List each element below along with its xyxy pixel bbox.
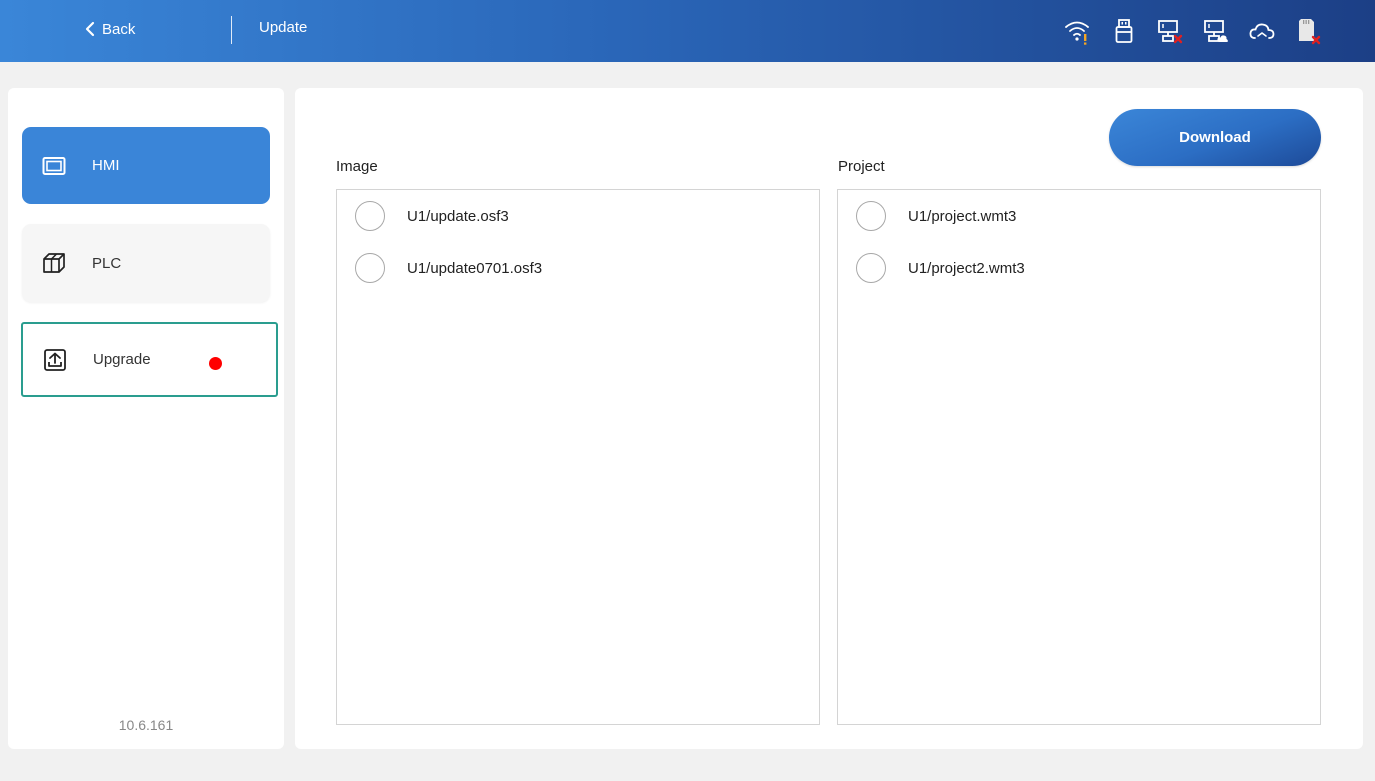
- upload-icon: [43, 348, 67, 372]
- usb-drive-icon: [1101, 17, 1147, 45]
- file-name: U1/update0701.osf3: [407, 259, 543, 277]
- chevron-left-icon: [84, 21, 96, 37]
- project-section-label: Project: [838, 158, 885, 175]
- version-label: 10.6.161: [118, 717, 174, 733]
- header-divider: [231, 16, 232, 44]
- network-disconnected-icon: [1147, 17, 1193, 45]
- notification-badge: [209, 357, 222, 370]
- radio-button[interactable]: [355, 201, 385, 231]
- wifi-warning-icon: [1055, 17, 1101, 45]
- sidebar-item-label: PLC: [92, 254, 122, 272]
- monitor-icon: [42, 154, 66, 178]
- list-item[interactable]: U1/update.osf3: [355, 199, 509, 233]
- sidebar-item-hmi[interactable]: HMI: [22, 127, 270, 204]
- status-icons: [1055, 17, 1331, 45]
- sidebar-item-label: HMI: [92, 157, 120, 174]
- list-item[interactable]: U1/project.wmt3: [856, 199, 1016, 233]
- radio-button[interactable]: [856, 201, 886, 231]
- top-bar: Back Update: [0, 0, 1375, 62]
- back-button[interactable]: Back: [84, 18, 135, 40]
- cube-icon: [42, 251, 66, 275]
- sidebar-item-label: Upgrade: [93, 351, 151, 368]
- list-item[interactable]: U1/project2.wmt3: [856, 251, 1025, 285]
- page-title: Update: [259, 19, 308, 36]
- image-section-label: Image: [336, 158, 378, 175]
- sidebar: HMI PLC Upgrade 10.6.161: [8, 88, 284, 749]
- sidebar-item-upgrade[interactable]: Upgrade: [21, 322, 278, 397]
- main-panel: Download Image U1/update.osf3 U1/update0…: [295, 88, 1363, 749]
- back-label: Back: [102, 20, 136, 38]
- image-file-list: U1/update.osf3 U1/update0701.osf3: [336, 189, 820, 725]
- file-name: U1/update.osf3: [407, 207, 509, 225]
- sd-card-error-icon: [1285, 17, 1331, 45]
- list-item[interactable]: U1/update0701.osf3: [355, 251, 542, 285]
- radio-button[interactable]: [355, 253, 385, 283]
- network-cloud-icon: [1193, 17, 1239, 45]
- cloud-icon: [1239, 17, 1285, 45]
- project-file-list: U1/project.wmt3 U1/project2.wmt3: [837, 189, 1321, 725]
- radio-button[interactable]: [856, 253, 886, 283]
- file-name: U1/project.wmt3: [908, 207, 1017, 225]
- download-button[interactable]: Download: [1109, 109, 1321, 166]
- file-name: U1/project2.wmt3: [908, 259, 1025, 277]
- sidebar-item-plc[interactable]: PLC: [22, 224, 270, 302]
